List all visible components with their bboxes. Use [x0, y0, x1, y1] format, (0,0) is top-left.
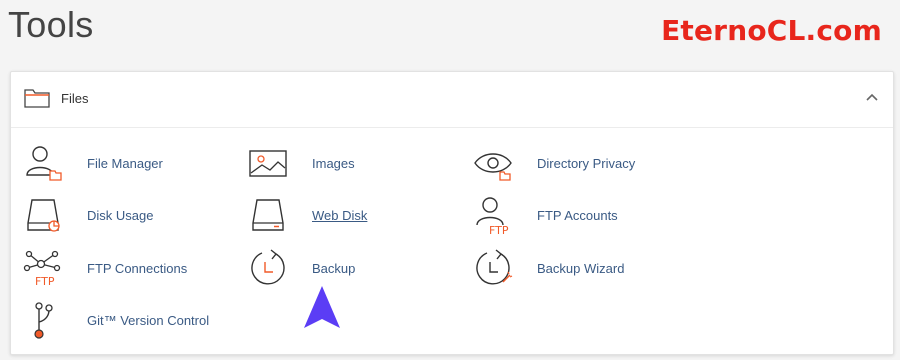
tool-git-version-control[interactable]: Git™ Version Control: [23, 300, 209, 340]
tool-directory-privacy[interactable]: Directory Privacy: [473, 143, 635, 183]
tool-label: Images: [312, 155, 355, 171]
tool-images[interactable]: Images: [248, 143, 355, 183]
tool-label: Git™ Version Control: [87, 312, 210, 328]
pointer-arrow-icon: [304, 286, 340, 328]
tool-backup[interactable]: Backup: [248, 248, 355, 288]
tool-label: FTP Connections: [87, 260, 188, 276]
tool-ftp-connections[interactable]: FTP FTP Connections: [23, 248, 187, 288]
backup-wizard-icon: [476, 249, 513, 285]
tool-label: Directory Privacy: [537, 155, 636, 171]
watermark-text: EternoCL.com: [661, 14, 882, 47]
tool-label: Web Disk: [312, 207, 368, 223]
tool-web-disk[interactable]: Web Disk: [248, 195, 367, 235]
tool-label: Backup: [312, 260, 356, 276]
ftp-badge: FTP: [489, 224, 509, 235]
web-disk-icon: [252, 199, 284, 231]
directory-privacy-icon: [474, 153, 512, 181]
tool-disk-usage[interactable]: Disk Usage: [23, 195, 153, 235]
ftp-connections-icon: FTP: [23, 250, 61, 288]
tool-file-manager[interactable]: File Manager: [23, 143, 163, 183]
tool-backup-wizard[interactable]: Backup Wizard: [473, 248, 624, 288]
files-panel: Files File Manager Images Directory Priv…: [10, 71, 894, 355]
files-panel-header[interactable]: Files: [11, 72, 893, 128]
chevron-up-icon[interactable]: [865, 92, 879, 102]
tool-label: Backup Wizard: [537, 260, 625, 276]
tool-label: FTP Accounts: [537, 207, 618, 223]
git-icon: [34, 302, 53, 339]
ftp-accounts-icon: FTP: [476, 197, 509, 235]
page-title: Tools: [8, 4, 94, 45]
tool-ftp-accounts[interactable]: FTP FTP Accounts: [473, 195, 618, 235]
ftp-badge: FTP: [35, 275, 55, 288]
backup-icon: [251, 249, 285, 285]
folder-icon: [24, 89, 50, 108]
disk-usage-icon: [27, 199, 60, 232]
file-manager-icon: [26, 146, 62, 181]
panel-title: Files: [61, 91, 89, 106]
tool-label: File Manager: [87, 155, 163, 171]
tool-label: Disk Usage: [87, 207, 154, 223]
images-icon: [249, 150, 287, 177]
